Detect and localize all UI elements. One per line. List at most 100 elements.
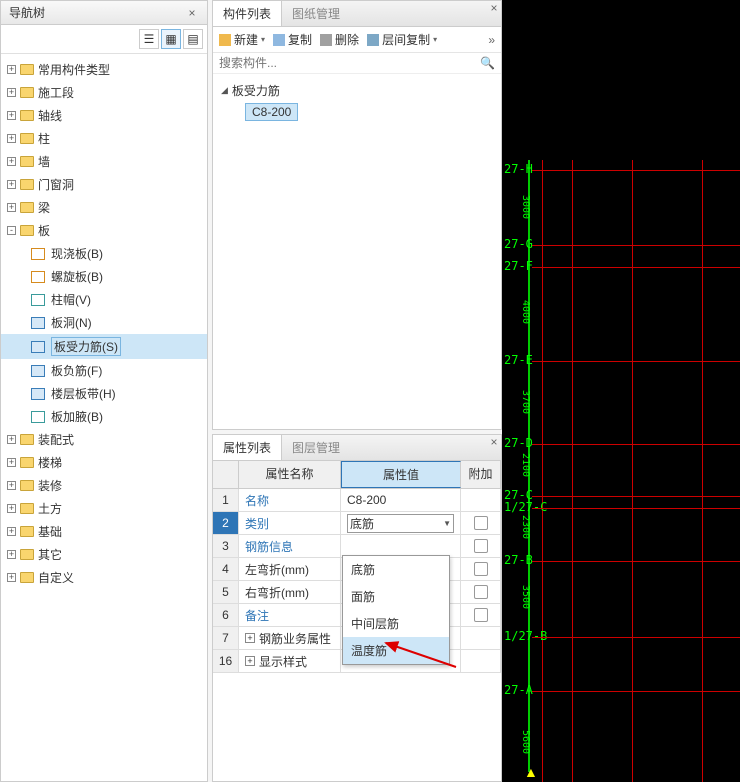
grid-axis-label: 27-G (504, 237, 533, 251)
tree-sub-item[interactable]: 板负筋(F) (1, 359, 207, 382)
tab-layer-mgmt[interactable]: 图层管理 (282, 435, 350, 460)
tree-item[interactable]: +施工段 (1, 81, 207, 104)
tree-sub-item[interactable]: 板加腋(B) (1, 405, 207, 428)
tab-component-list[interactable]: 构件列表 (213, 1, 282, 26)
tab-drawing-mgmt[interactable]: 图纸管理 (282, 1, 350, 26)
grid-line (532, 170, 740, 171)
component-item[interactable]: C8-200 (245, 105, 493, 119)
dimension-label: 4000 (520, 300, 531, 324)
tree-item-label: 轴线 (38, 107, 62, 124)
tree-item[interactable]: +基础 (1, 520, 207, 543)
tree-toggle-icon[interactable]: + (7, 573, 16, 582)
category-dropdown[interactable]: 底筋面筋中间层筋温度筋 (342, 555, 450, 665)
list-large-icon[interactable]: ▦ (161, 29, 181, 49)
tree-toggle-icon[interactable]: + (7, 180, 16, 189)
tree-item[interactable]: +其它 (1, 543, 207, 566)
prop-value[interactable]: C8-200 (341, 489, 461, 511)
tree-item[interactable]: +土方 (1, 497, 207, 520)
tree-item[interactable]: +门窗洞 (1, 173, 207, 196)
tree-item[interactable]: +常用构件类型 (1, 58, 207, 81)
dropdown-option[interactable]: 面筋 (343, 583, 449, 610)
layer-copy-button[interactable]: 层间复制▾ (367, 31, 437, 48)
tree-toggle-icon[interactable]: + (7, 203, 16, 212)
extra-checkbox[interactable] (474, 608, 488, 622)
list-small-icon[interactable]: ☰ (139, 29, 159, 49)
tree-toggle-icon[interactable]: + (7, 111, 16, 120)
tree-sub-item[interactable]: 现浇板(B) (1, 242, 207, 265)
drawing-viewport[interactable]: ▲ 27-H27-G27-F27-E27-D27-C1/27-C27-B1/27… (502, 0, 740, 782)
component-list[interactable]: ◢ 板受力筋 C8-200 (213, 74, 501, 429)
nav-tree[interactable]: +常用构件类型+施工段+轴线+柱+墙+门窗洞+梁-板现浇板(B)螺旋板(B)柱帽… (1, 54, 207, 781)
dimension-label: 2100 (520, 453, 531, 477)
row-toggle-icon[interactable]: + (245, 656, 255, 666)
tree-item[interactable]: +梁 (1, 196, 207, 219)
tree-toggle-icon[interactable]: - (7, 226, 16, 235)
component-search: 🔍 (213, 53, 501, 74)
tree-toggle-icon[interactable]: + (7, 134, 16, 143)
tree-toggle-icon[interactable]: + (7, 550, 16, 559)
property-row[interactable]: 2类别底筋▼ (213, 512, 501, 535)
y-axis-arrow: ▲ (524, 764, 538, 780)
list-detail-icon[interactable]: ▤ (183, 29, 203, 49)
extra-checkbox[interactable] (474, 539, 488, 553)
row-number: 6 (213, 604, 239, 626)
search-icon[interactable]: 🔍 (480, 56, 495, 70)
grid-line (702, 160, 703, 782)
tree-toggle-icon[interactable]: + (7, 65, 16, 74)
tree-item[interactable]: +自定义 (1, 566, 207, 589)
nav-close-icon[interactable]: × (185, 6, 199, 20)
search-input[interactable] (219, 56, 480, 70)
prop-name: +钢筋业务属性 (239, 627, 341, 649)
tree-sub-label: 现浇板(B) (51, 245, 103, 262)
tree-sub-item[interactable]: 楼层板带(H) (1, 382, 207, 405)
tree-item[interactable]: +装修 (1, 474, 207, 497)
tree-sub-label: 板洞(N) (51, 314, 92, 331)
tree-toggle-icon[interactable]: + (7, 435, 16, 444)
tree-toggle-icon[interactable]: + (7, 504, 16, 513)
tab-property-list[interactable]: 属性列表 (213, 435, 282, 460)
tree-toggle-icon[interactable]: + (7, 157, 16, 166)
tree-sub-item[interactable]: 柱帽(V) (1, 288, 207, 311)
tree-sub-item[interactable]: 螺旋板(B) (1, 265, 207, 288)
tree-item[interactable]: +楼梯 (1, 451, 207, 474)
property-row[interactable]: 1名称C8-200 (213, 489, 501, 512)
prop-name: 备注 (239, 604, 341, 626)
extra-checkbox[interactable] (474, 516, 488, 530)
tree-toggle-icon[interactable]: + (7, 88, 16, 97)
tree-item[interactable]: +墙 (1, 150, 207, 173)
extra-checkbox[interactable] (474, 585, 488, 599)
delete-button[interactable]: 删除 (320, 31, 359, 48)
prop-value[interactable]: 底筋▼ (341, 512, 461, 534)
category-combo[interactable]: 底筋▼ (347, 514, 454, 533)
item-type-icon (31, 411, 45, 423)
dropdown-option[interactable]: 温度筋 (343, 637, 449, 664)
tree-sub-item[interactable]: 板洞(N) (1, 311, 207, 334)
tree-toggle-icon[interactable]: + (7, 527, 16, 536)
tree-item[interactable]: +装配式 (1, 428, 207, 451)
tree-item[interactable]: -板 (1, 219, 207, 242)
tree-item[interactable]: +柱 (1, 127, 207, 150)
tree-sub-label: 柱帽(V) (51, 291, 91, 308)
col-value[interactable]: 属性值 (341, 461, 461, 488)
copy-button[interactable]: 复制 (273, 31, 312, 48)
toolbar-more-icon[interactable]: » (488, 33, 495, 47)
nav-title: 导航树 (9, 4, 45, 21)
folder-icon (20, 480, 34, 491)
component-root[interactable]: ◢ 板受力筋 (221, 80, 493, 101)
extra-checkbox[interactable] (474, 562, 488, 576)
tree-item[interactable]: + 轴线 (1, 104, 207, 127)
tree-toggle-icon[interactable]: + (7, 458, 16, 467)
tree-toggle-icon[interactable]: + (7, 481, 16, 490)
prop-name: 钢筋信息 (239, 535, 341, 557)
row-toggle-icon[interactable]: + (245, 633, 255, 643)
col-extra: 附加 (461, 461, 501, 488)
item-type-icon (31, 388, 45, 400)
new-button[interactable]: 新建▾ (219, 31, 265, 48)
tree-sub-item[interactable]: 板受力筋(S) (1, 334, 207, 359)
dropdown-option[interactable]: 底筋 (343, 556, 449, 583)
prop-value[interactable] (341, 535, 461, 557)
dropdown-option[interactable]: 中间层筋 (343, 610, 449, 637)
prop-name: 右弯折(mm) (239, 581, 341, 603)
prop-close-icon[interactable]: × (487, 435, 501, 449)
comp-close-icon[interactable]: × (487, 1, 501, 15)
